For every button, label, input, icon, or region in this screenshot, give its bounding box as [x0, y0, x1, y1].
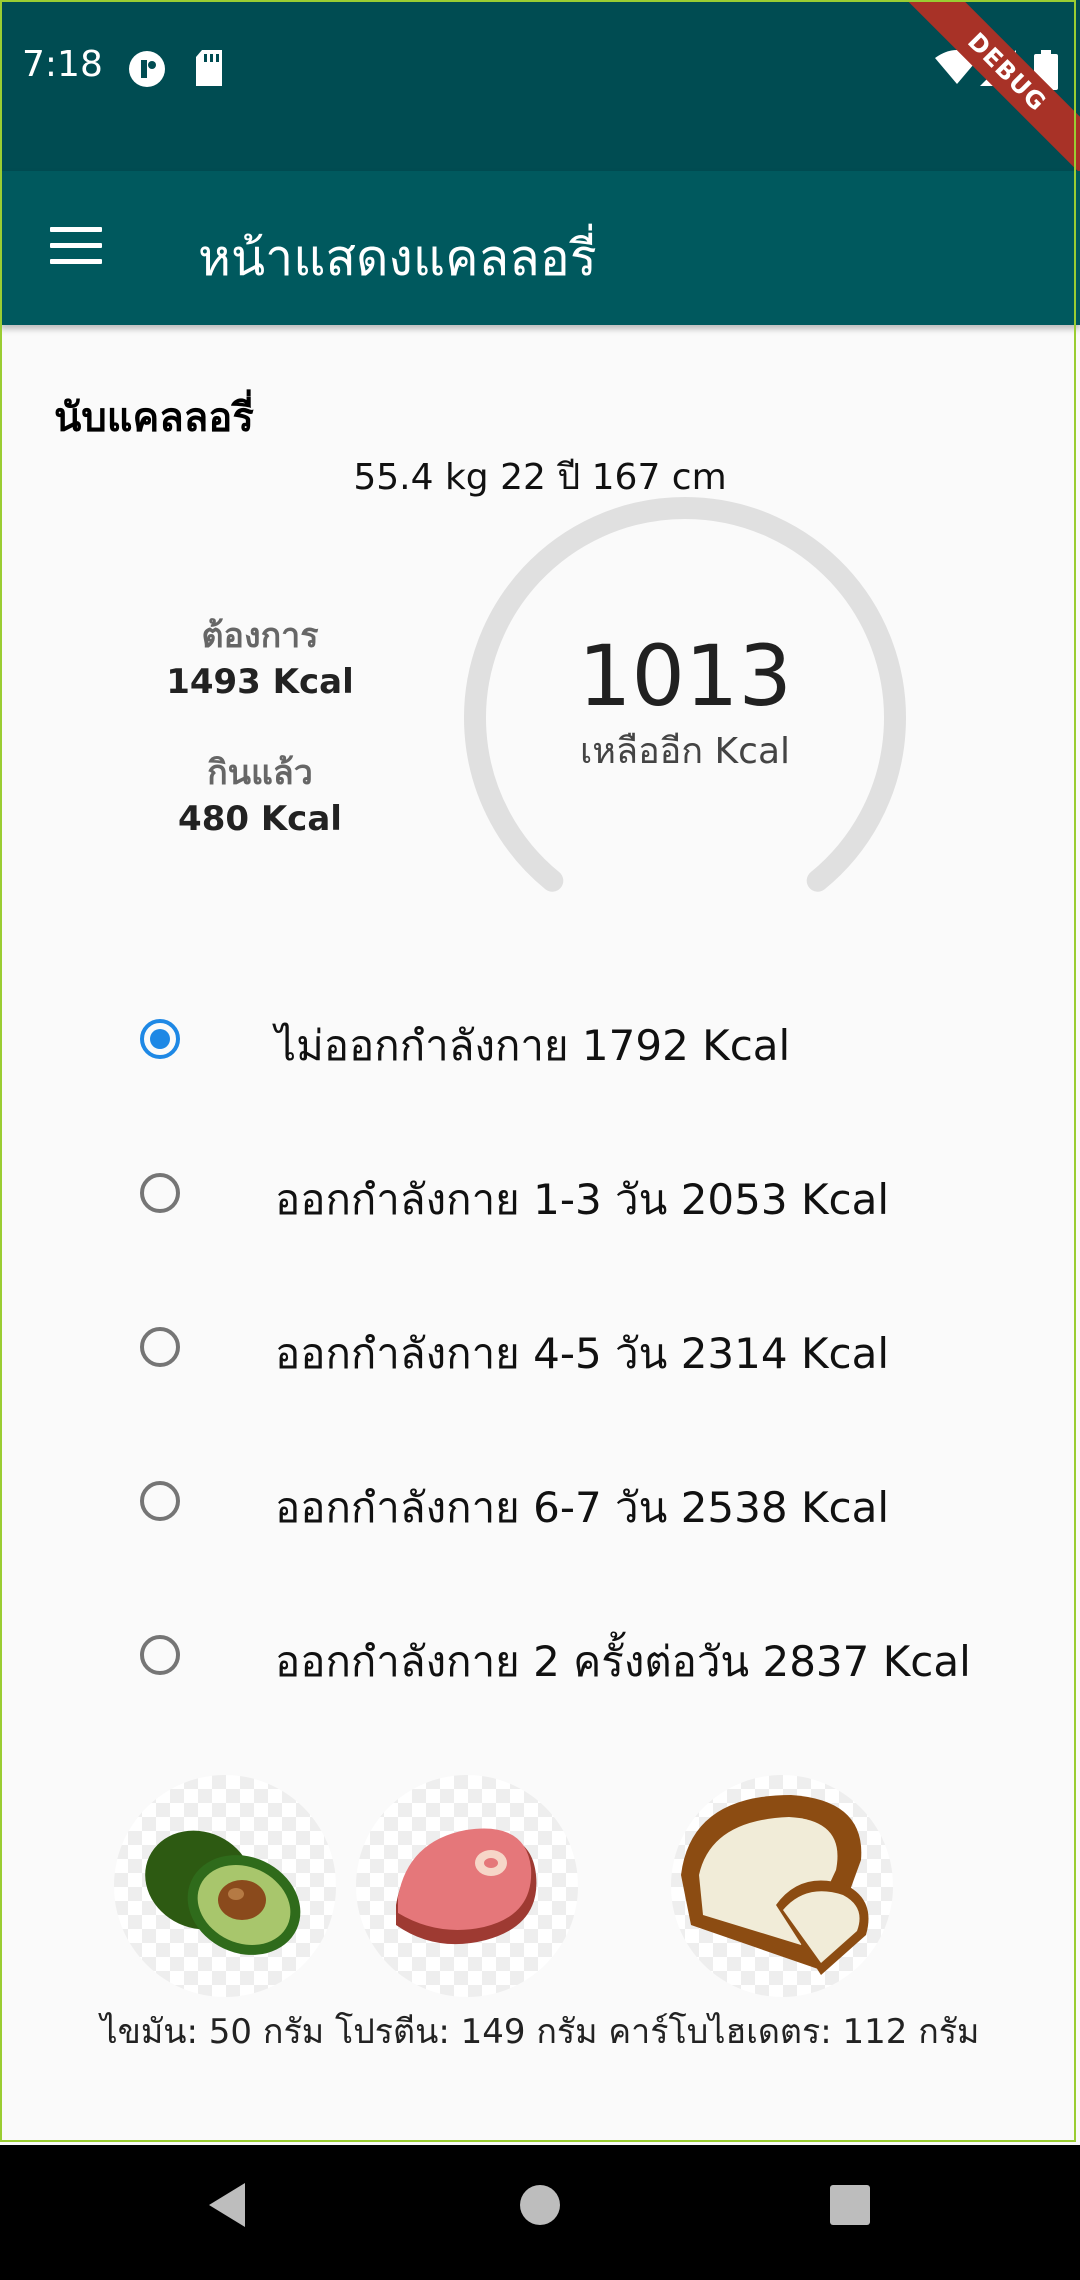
- target-label: ต้องการ: [201, 616, 319, 656]
- eaten-calories: กินแล้ว 480 Kcal: [100, 745, 420, 839]
- sd-card-icon: [196, 50, 222, 86]
- back-icon[interactable]: [205, 2181, 247, 2229]
- radio-button[interactable]: [140, 1635, 180, 1675]
- home-icon[interactable]: [519, 2181, 561, 2229]
- section-title: นับแคลลอรี่: [54, 395, 254, 441]
- protein-macro: โปรตีน: 149 กรัม: [334, 2012, 598, 2052]
- avocado-icon: [114, 1775, 336, 1997]
- steak-icon: [356, 1775, 578, 1997]
- activity-option-4-5[interactable]: ออกกำลังกาย 4-5 วัน 2314 Kcal: [0, 1283, 1080, 1423]
- carbs-macro: คาร์โบไฮเดตร: 112 กรัม: [608, 2012, 980, 2052]
- activity-option-none[interactable]: ไม่ออกกำลังกาย 1792 Kcal: [0, 975, 1080, 1115]
- system-nav-bar: [0, 2145, 1080, 2280]
- activity-label: ออกกำลังกาย 1-3 วัน 2053 Kcal: [275, 1175, 889, 1224]
- macro-summary: ไขมัน: 50 กรัม โปรตีน: 149 กรัม คาร์โบไฮ…: [0, 2004, 1080, 2058]
- activity-label: ไม่ออกกำลังกาย 1792 Kcal: [275, 1021, 791, 1070]
- notification-app-icon: [129, 51, 165, 87]
- remaining-label: เหลืออีก Kcal: [579, 731, 791, 773]
- gauge-center: 1013 เหลืออีก Kcal: [460, 630, 910, 779]
- fat-macro: ไขมัน: 50 กรัม: [100, 2012, 325, 2052]
- activity-label: ออกกำลังกาย 6-7 วัน 2538 Kcal: [275, 1483, 889, 1532]
- status-time: 7:18: [22, 44, 103, 85]
- radio-button[interactable]: [140, 1019, 180, 1059]
- target-value: 1493 Kcal: [166, 662, 354, 702]
- eaten-label: กินแล้ว: [207, 753, 313, 793]
- activity-label: ออกกำลังกาย 4-5 วัน 2314 Kcal: [275, 1329, 889, 1378]
- radio-button[interactable]: [140, 1173, 180, 1213]
- menu-icon[interactable]: [50, 227, 102, 267]
- recents-icon[interactable]: [829, 2181, 871, 2229]
- eaten-value: 480 Kcal: [178, 799, 342, 839]
- target-calories: ต้องการ 1493 Kcal: [100, 608, 420, 702]
- activity-label: ออกกำลังกาย 2 ครั้งต่อวัน 2837 Kcal: [275, 1637, 971, 1686]
- bread-icon: [671, 1775, 893, 1997]
- status-bar: 7:18 DEBUG: [0, 0, 1080, 175]
- remaining-value: 1013: [578, 627, 792, 725]
- radio-button[interactable]: [140, 1481, 180, 1521]
- activity-option-twice-daily[interactable]: ออกกำลังกาย 2 ครั้งต่อวัน 2837 Kcal: [0, 1591, 1080, 1731]
- app-bar: หน้าแสดงแคลลอรี่: [0, 171, 1080, 325]
- activity-option-1-3[interactable]: ออกกำลังกาย 1-3 วัน 2053 Kcal: [0, 1129, 1080, 1269]
- page-title: หน้าแสดงแคลลอรี่: [198, 229, 597, 287]
- radio-button[interactable]: [140, 1327, 180, 1367]
- activity-option-6-7[interactable]: ออกกำลังกาย 6-7 วัน 2538 Kcal: [0, 1437, 1080, 1577]
